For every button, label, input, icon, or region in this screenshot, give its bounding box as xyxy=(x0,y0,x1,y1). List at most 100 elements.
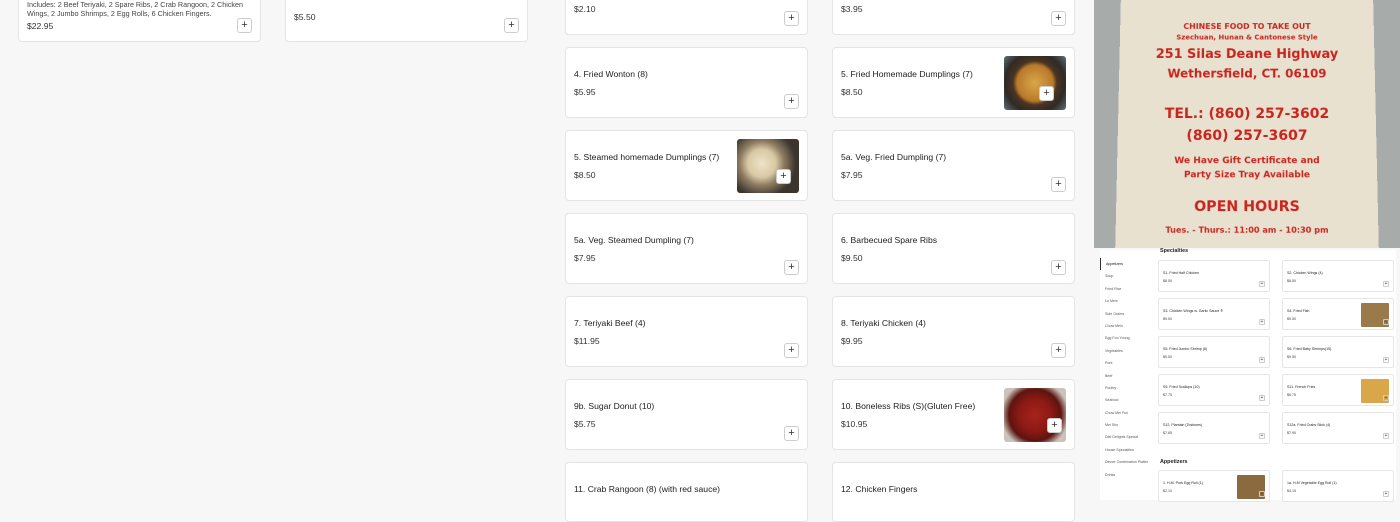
menu-card-sugar-donut[interactable]: 9b. Sugar Donut (10) $5.75 + xyxy=(565,379,808,450)
mini-menu-card[interactable]: S12a. Fried Crabs Stick (4) $7.95 + xyxy=(1282,412,1394,444)
item-title: 7. Teriyaki Beef (4) xyxy=(574,318,646,328)
menu-card-chicken-fingers[interactable]: 12. Chicken Fingers xyxy=(832,462,1075,522)
mini-menu-card[interactable]: 1a. H.M Vegetable Egg Roll (1) $4.15 + xyxy=(1282,470,1394,502)
nav-item[interactable]: Chow Mein xyxy=(1100,320,1152,332)
nav-item[interactable]: Diet Delights Special xyxy=(1100,431,1152,443)
menu-card-veg-steamed-dumpling[interactable]: 5a. Veg. Steamed Dumpling (7) $7.95 + xyxy=(565,213,808,284)
mini-menu-card[interactable]: S6. Fried Baby Shrimps(15) $9.50 + xyxy=(1282,336,1394,368)
steamed-dumplings-photo xyxy=(737,139,799,193)
item-description: Includes: 2 Beef Teriyaki, 2 Spare Ribs,… xyxy=(27,0,244,18)
menu-card-teriyaki-beef[interactable]: 7. Teriyaki Beef (4) $11.95 + xyxy=(565,296,808,367)
add-item-button[interactable]: + xyxy=(784,94,799,109)
item-title: S11. French Fries xyxy=(1287,385,1316,389)
add-item-button[interactable]: + xyxy=(1259,319,1265,325)
item-price: $9.50 xyxy=(1287,317,1296,321)
nav-item[interactable]: Fried Rice xyxy=(1100,283,1152,295)
nav-item[interactable]: Chow Mei Fun xyxy=(1100,407,1152,419)
mini-menu-card[interactable]: S9. Fried Scallops (10) $7.75 + xyxy=(1158,374,1270,406)
add-item-button[interactable]: + xyxy=(1051,11,1066,26)
add-item-button[interactable]: + xyxy=(1259,357,1265,363)
item-price: $11.95 xyxy=(574,336,600,346)
add-item-button[interactable]: + xyxy=(1383,491,1389,497)
add-item-button[interactable]: + xyxy=(1259,281,1265,287)
add-item-button[interactable]: + xyxy=(1383,395,1389,401)
nav-item[interactable]: Seafood xyxy=(1100,394,1152,406)
nav-item[interactable]: Vegetables xyxy=(1100,345,1152,357)
menu-card-spare-ribs[interactable]: 6. Barbecued Spare Ribs $9.50 + xyxy=(832,213,1075,284)
item-title: S2. Chicken Wings (4) xyxy=(1287,271,1323,275)
item-price: $8.50 xyxy=(841,87,863,97)
mini-menu-card[interactable]: S3. Chicken Wings w. Garlic Sauce ® $9.50… xyxy=(1158,298,1270,330)
mini-menu-card[interactable]: S12. Plantain (Tostones) $7.65 + xyxy=(1158,412,1270,444)
menu-card-combo[interactable]: Includes: 2 Beef Teriyaki, 2 Spare Ribs,… xyxy=(18,0,261,42)
menu-card-crab-rangoon[interactable]: 11. Crab Rangoon (8) (with red sauce) xyxy=(565,462,808,522)
item-price: $10.95 xyxy=(841,419,868,429)
add-item-button[interactable]: + xyxy=(1039,86,1054,101)
add-item-button[interactable]: + xyxy=(784,426,799,441)
item-price: $5.95 xyxy=(574,87,596,97)
item-price: $7.95 xyxy=(841,170,863,180)
add-item-button[interactable]: + xyxy=(1383,433,1389,439)
add-item-button[interactable]: + xyxy=(1259,433,1265,439)
sign-line: We Have Gift Certificate and xyxy=(1174,156,1320,167)
add-item-button[interactable]: + xyxy=(1383,281,1389,287)
menu-card-fried-wonton[interactable]: 4. Fried Wonton (8) $5.95 + xyxy=(565,47,808,118)
nav-item[interactable]: Mei Shu xyxy=(1100,419,1152,431)
nav-item[interactable]: Poultry xyxy=(1100,382,1152,394)
add-item-button[interactable]: + xyxy=(237,18,252,33)
item-title: S1. Fried Half Chicken xyxy=(1163,271,1199,275)
nav-item[interactable]: Drinks xyxy=(1100,469,1152,481)
add-item-button[interactable]: + xyxy=(1047,418,1062,433)
item-title: 12. Chicken Fingers xyxy=(841,484,918,494)
item-title: S12. Plantain (Tostones) xyxy=(1163,423,1203,427)
nav-item[interactable]: Beef xyxy=(1100,370,1152,382)
item-title: 1a. H.M Vegetable Egg Roll (1) xyxy=(1287,481,1337,485)
add-item-button[interactable]: + xyxy=(1383,357,1389,363)
menu-card-veg-fried-dumpling[interactable]: 5a. Veg. Fried Dumpling (7) $7.95 + xyxy=(832,130,1075,201)
item-price: $6.75 xyxy=(1287,393,1296,397)
add-item-button[interactable]: + xyxy=(784,11,799,26)
add-item-button[interactable]: + xyxy=(784,343,799,358)
nav-item[interactable]: Appetizers xyxy=(1100,258,1152,271)
add-item-button[interactable]: + xyxy=(1259,491,1265,497)
menu-card-teriyaki-chicken[interactable]: 8. Teriyaki Chicken (4) $9.95 + xyxy=(832,296,1075,367)
item-price: $7.65 xyxy=(1163,431,1172,435)
item-price: $9.50 xyxy=(1163,317,1172,321)
nav-item[interactable]: House Specialties xyxy=(1100,444,1152,456)
item-price: $9.95 xyxy=(841,336,863,346)
menu-card-edamame[interactable]: $5.50 + xyxy=(285,0,528,42)
menu-card-item-top-left[interactable]: $2.10 + xyxy=(565,0,808,35)
sign-line: OPEN HOURS xyxy=(1194,198,1300,216)
add-item-button[interactable]: + xyxy=(784,260,799,275)
nav-item[interactable]: Dinner Combination Platter xyxy=(1100,456,1152,468)
add-item-button[interactable]: + xyxy=(1051,177,1066,192)
menu-preview: Appetizers Soup Fried Rice Lo Mein Side … xyxy=(1100,248,1396,502)
item-title: 6. Barbecued Spare Ribs xyxy=(841,235,938,245)
item-price: $7.95 xyxy=(574,253,596,263)
item-title: S3. Chicken Wings w. Garlic Sauce ® xyxy=(1163,309,1223,313)
menu-card-boneless-ribs[interactable]: 10. Boneless Ribs (S)(Gluten Free) $10.9… xyxy=(832,379,1075,450)
menu-card-fried-dumplings[interactable]: 5. Fried Homemade Dumplings (7) $8.50 + xyxy=(832,47,1075,118)
nav-item[interactable]: Soup xyxy=(1100,270,1152,282)
add-item-button[interactable]: + xyxy=(1383,319,1389,325)
add-item-button[interactable]: + xyxy=(1051,343,1066,358)
mini-menu-card[interactable]: S5. Fried Jumbo Shrimp (6) $9.50 + xyxy=(1158,336,1270,368)
mini-menu-card[interactable]: S4. Fried Fish $9.50 + xyxy=(1282,298,1394,330)
add-item-button[interactable]: + xyxy=(504,18,519,33)
nav-item[interactable]: Lo Mein xyxy=(1100,295,1152,307)
item-price: $9.50 xyxy=(1163,355,1172,359)
mini-menu-card[interactable]: 1. H.M. Pork Egg Roll (1) $2.10 + xyxy=(1158,470,1270,502)
nav-item[interactable]: Egg Foo Young xyxy=(1100,332,1152,344)
menu-card-steamed-dumplings[interactable]: 5. Steamed homemade Dumplings (7) $8.50 … xyxy=(565,130,808,201)
menu-card-item-top-right[interactable]: $3.95 + xyxy=(832,0,1075,35)
mini-menu-card[interactable]: S11. French Fries $6.75 + xyxy=(1282,374,1394,406)
nav-item[interactable]: Side Orders xyxy=(1100,308,1152,320)
add-item-button[interactable]: + xyxy=(1051,260,1066,275)
item-title: 8. Teriyaki Chicken (4) xyxy=(841,318,926,328)
mini-menu-card[interactable]: S2. Chicken Wings (4) $8.50 + xyxy=(1282,260,1394,292)
nav-item[interactable]: Pork xyxy=(1100,357,1152,369)
mini-menu-card[interactable]: S1. Fried Half Chicken $8.50 + xyxy=(1158,260,1270,292)
add-item-button[interactable]: + xyxy=(776,169,791,184)
add-item-button[interactable]: + xyxy=(1259,395,1265,401)
item-price: $8.50 xyxy=(574,170,596,180)
